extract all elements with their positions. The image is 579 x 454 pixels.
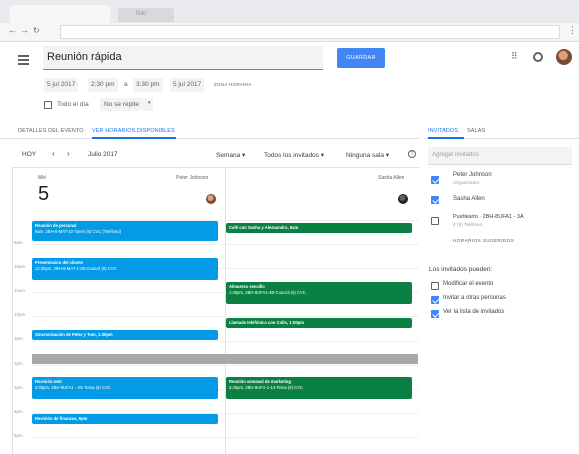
hour-label: 12pm: [14, 312, 26, 317]
room-filter-label: Ninguna sala: [346, 152, 384, 159]
start-date[interactable]: 5 jul 2017: [44, 78, 79, 92]
next-icon[interactable]: ›: [67, 149, 70, 158]
apps-grid-icon[interactable]: ⠿: [511, 51, 518, 62]
see-guest-list-checkbox[interactable]: [431, 310, 439, 318]
column-name-2: Sasha Allen: [378, 175, 405, 181]
suggested-times-button[interactable]: HORARIOS SUGERIDOS: [453, 239, 514, 244]
invite-others-checkbox[interactable]: [431, 296, 439, 304]
view-select-label: Semana: [216, 152, 241, 159]
hour-gridline: [32, 316, 419, 317]
hour-gridline: [32, 365, 419, 366]
event-card[interactable]: Llamada telefónica con Colin, 1:00pm: [226, 318, 412, 328]
day-number: 5: [38, 183, 50, 205]
hour-label: 4pm: [14, 409, 23, 414]
guest-name: Peter Johnson: [453, 172, 492, 178]
tab-guests[interactable]: INVITADOS: [428, 128, 458, 134]
calendar-grid: [12, 167, 419, 454]
all-day-label: Todo el día: [57, 101, 89, 108]
end-date[interactable]: 5 jul 2017: [170, 78, 205, 92]
room-detail: 4 (6) Teléfono: [453, 223, 483, 228]
event-title: Llamada telefónica con Colin, 1:00pm: [229, 319, 304, 325]
hour-gridline: [32, 437, 419, 438]
reload-icon[interactable]: ↻: [33, 26, 40, 35]
all-day-checkbox[interactable]: [44, 101, 52, 109]
event-card[interactable]: Presentación del cliente 12:30pm, 2BH-8-M…: [32, 258, 218, 280]
month-label: Julio 2017: [88, 151, 118, 158]
tab-find-time[interactable]: VER HORARIOS DISPONIBLES: [92, 128, 175, 134]
event-title: Sincronización de Peter y Tom, 1:30pm: [35, 331, 113, 337]
event-card[interactable]: Reunión semanal de marketing 3:30pm, 2BH-…: [226, 377, 412, 399]
browser-tab-2[interactable]: Nilo: [118, 8, 174, 22]
save-button[interactable]: GUARDAR: [337, 48, 385, 68]
settings-icon[interactable]: [533, 52, 543, 62]
guest-role: Organizador: [453, 181, 480, 186]
guest-avatar: [398, 194, 408, 204]
invite-others-label: Invitar a otras personas: [443, 295, 506, 301]
event-detail: 1:30pm, 2BH-8UFA1-3B-Council (6) CVC: [229, 289, 306, 295]
event-card[interactable]: Reunión de personal 9am, 2BH-8-MAT-10-7pe…: [32, 221, 218, 241]
hour-gridline: [32, 244, 419, 245]
hour-label: 2pm: [14, 361, 23, 366]
hour-gridline: [32, 341, 419, 342]
end-time[interactable]: 3:30 pm: [133, 78, 163, 92]
prev-icon[interactable]: ‹: [52, 149, 55, 158]
hour-label: 11am: [14, 288, 25, 293]
event-card[interactable]: Revisión web 3:30pm, 2BH-8UFA1 - 3m Tema …: [32, 377, 218, 399]
event-card[interactable]: Sincronización de Peter y Tom, 1:30pm: [32, 330, 218, 340]
tab-event-details[interactable]: DETALLES DEL EVENTO: [18, 128, 84, 134]
active-tab-indicator: [92, 137, 176, 139]
event-card[interactable]: Revisión de finanzas, 6pm: [32, 414, 218, 424]
menu-icon[interactable]: [18, 55, 29, 67]
browser-menu-icon[interactable]: ⋮: [568, 25, 577, 36]
guest-checkbox[interactable]: [431, 176, 439, 184]
guest-avatar: [206, 194, 216, 204]
tab-rooms[interactable]: SALAS: [467, 128, 485, 134]
event-detail: 3:30pm, 2BH-8UFA1 - 3m Tema (6) CVC: [35, 384, 111, 390]
guest-checkbox[interactable]: [431, 217, 439, 225]
hour-label: 10am: [14, 264, 26, 269]
timezone-link[interactable]: ZONA HORARIA: [214, 78, 252, 92]
browser-tab[interactable]: [10, 5, 110, 23]
guests-can-label: Los invitados pueden:: [429, 266, 493, 273]
chevron-down-icon: ▾: [148, 100, 151, 106]
tabs-divider: [0, 138, 420, 139]
view-select[interactable]: Semana ▾: [216, 151, 245, 159]
event-title: Café con Sasha y Alessandro, 9am: [229, 224, 299, 230]
help-icon[interactable]: ?: [408, 150, 416, 158]
date-separator: a: [124, 81, 128, 88]
event-detail: 3:30pm, 2BH-8UFA-1-14-Tema (6) CVC: [229, 384, 304, 390]
forward-arrow-icon[interactable]: →: [20, 25, 29, 35]
modify-event-checkbox[interactable]: [431, 282, 439, 290]
see-guest-list-label: Ver la lista de invitados: [443, 309, 505, 315]
start-time[interactable]: 2:30 pm: [88, 78, 118, 92]
hour-label: 1pm: [14, 336, 23, 341]
room-filter-select[interactable]: Ninguna sala ▾: [346, 151, 389, 159]
modify-event-label: Modificar el evento: [443, 281, 494, 287]
today-button[interactable]: HOY: [22, 151, 36, 158]
column-name-1: Peter Johnson: [176, 175, 209, 181]
avatar[interactable]: [556, 49, 572, 65]
repeat-select[interactable]: No se repite: [100, 98, 154, 111]
guest-name: Pushkarto · 2BH-8UFA1 - 3A: [453, 214, 524, 220]
event-detail: 12:30pm, 2BH-8-MAT-1-38-Council (6) CVC: [35, 265, 117, 271]
weekday-label: Mié: [38, 175, 47, 181]
column-divider: [225, 167, 226, 454]
guests-filter-select[interactable]: Todos los invitados ▾: [264, 151, 324, 159]
hour-label: 3pm: [14, 385, 23, 390]
active-guest-tab-indicator: [428, 137, 464, 139]
add-guests-input[interactable]: Agregar invitados: [428, 147, 572, 165]
address-bar[interactable]: [60, 25, 560, 39]
event-detail: 9am, 2BH-8-MAT-10-7pers (6) CVC (Teléfon…: [35, 228, 122, 234]
back-arrow-icon[interactable]: ←: [8, 25, 17, 35]
guest-checkbox[interactable]: [431, 196, 439, 204]
hour-label: 5pm: [14, 433, 23, 438]
event-card[interactable]: Café con Sasha y Alessandro, 9am: [226, 223, 412, 233]
event-title: Revisión de finanzas, 6pm: [35, 415, 88, 421]
event-title-input[interactable]: Reunión rápida: [43, 46, 323, 70]
event-card[interactable]: Almuerzo sencillo 1:30pm, 2BH-8UFA1-3B-Co…: [226, 282, 412, 304]
guests-filter-label: Todos los invitados: [264, 152, 319, 159]
hour-label: 9am: [14, 240, 23, 245]
guest-name: Sasha Allen: [453, 196, 485, 202]
busy-time-block[interactable]: [32, 354, 418, 364]
